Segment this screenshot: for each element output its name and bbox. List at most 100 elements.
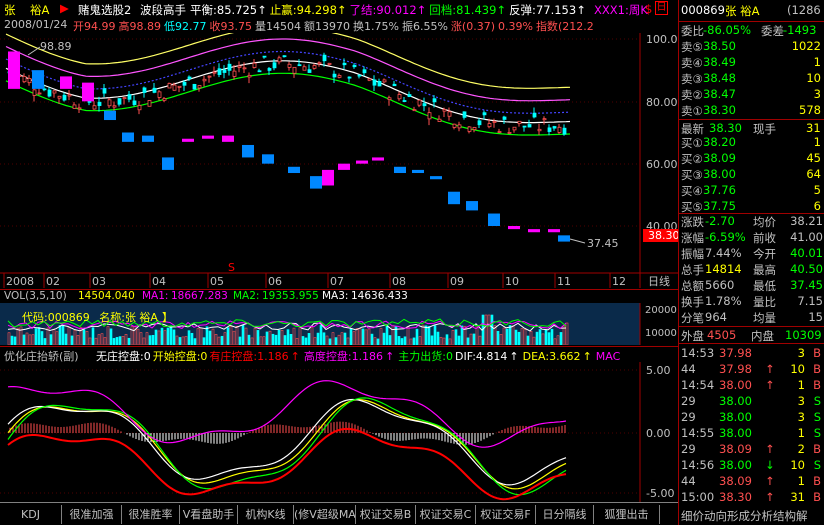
tick-price: 38.00	[719, 458, 752, 472]
tick-time: 14:55	[681, 426, 715, 440]
indicator-arrow: ↑	[290, 350, 300, 362]
buy-label: 买①	[681, 136, 703, 150]
footer-text: 细价动向形成分析结构解	[681, 509, 808, 523]
x-tick-label: 11	[557, 275, 571, 288]
weibi-value: -86.05%	[703, 23, 751, 37]
stat-value: 85.725	[216, 3, 258, 17]
period-tag[interactable]: XXX1:周K	[594, 2, 648, 17]
stat-label: 总手	[681, 263, 704, 277]
tick-row: 15:00 38.30 ↑ 31 B	[679, 490, 824, 505]
sell-row: 卖① 38.30 578	[679, 103, 824, 118]
quote-name: 张 裕A	[725, 4, 760, 18]
indicator-name[interactable]: 赌鬼选股2	[78, 2, 131, 17]
tab-10[interactable]: 狐狸出击	[594, 505, 660, 524]
stat-value-2: 40.01	[790, 246, 823, 260]
volume-header: VOL(3,5,10) 14504.040 MA1: 18667.283 MA2…	[0, 289, 680, 303]
tab-1[interactable]: 很准加强	[62, 505, 122, 524]
x-tick-label: 10	[505, 275, 519, 288]
tick-row: 29 38.00 3 S	[679, 410, 824, 425]
stock-name: 裕A	[30, 3, 50, 17]
stat-value-2: 37.45	[790, 278, 823, 292]
info-label: 量	[255, 20, 266, 33]
x-tick-label: 2008	[6, 275, 34, 288]
bar-values: 开94.99 高98.89 低92.77 收93.75 量14504 额13970 换1.7…	[70, 18, 594, 33]
stat-label: 振幅	[681, 247, 704, 261]
inner-label: 内盘	[751, 329, 774, 343]
tick-row: 44 37.98 ↑ 10 B	[679, 362, 824, 377]
tick-arrow: ↑	[765, 362, 775, 376]
x-tick-label: 12	[612, 275, 626, 288]
stat-label-2: 量比	[753, 295, 776, 309]
buy-vol: 5	[813, 183, 821, 197]
stat-label-2: 均量	[753, 311, 776, 325]
indicator-value: DEA:3.662	[522, 350, 581, 362]
x-tick-label: 07	[330, 275, 344, 288]
weicha-label: 委差	[761, 24, 784, 38]
info-value: 93.75	[220, 20, 253, 33]
info-value: 92.77	[175, 20, 207, 33]
stat-row: 振幅 7.44% 今开 40.01	[679, 246, 824, 261]
tick-price: 38.09	[719, 474, 752, 488]
tab-4[interactable]: 机构K线	[238, 505, 294, 524]
sell-label: 卖①	[681, 104, 703, 118]
y-tick-label: 100.00	[646, 33, 680, 46]
stat-value-2: 41.00	[790, 230, 823, 244]
tick-time: 44	[681, 474, 696, 488]
buy-label: 买④	[681, 184, 703, 198]
tick-price: 37.98	[719, 362, 752, 376]
info-label: 换	[353, 20, 364, 33]
marker-day[interactable]: 日	[655, 1, 668, 15]
tick-side: B	[813, 490, 821, 504]
indicator-chart[interactable]: 5.00 0.00 -5.00	[0, 362, 680, 502]
sell-label: 卖⑤	[681, 40, 703, 54]
s-marker: S	[228, 261, 235, 274]
stat-label: 止赢:	[269, 3, 297, 17]
buy-vol: 1	[813, 135, 821, 149]
stat-value: 7.44%	[705, 246, 742, 260]
tab-8[interactable]: 权证交易F	[476, 505, 536, 524]
volume-value: 14504.040	[78, 290, 135, 302]
stat-label: 总额	[681, 279, 704, 293]
quote-panel: 000869 张 裕A (1286 委比 -86.05% 委差 -1493 卖⑤…	[678, 0, 824, 525]
tab-0[interactable]: KDJ	[0, 505, 62, 524]
buy-row: 买④ 37.76 5	[679, 183, 824, 198]
stat-label: 换手	[681, 295, 704, 309]
tab-2[interactable]: 很准胜率	[122, 505, 180, 524]
stat-row: 总手 14814 最高 40.50	[679, 262, 824, 277]
buy-price: 37.75	[703, 199, 736, 213]
quote-footer[interactable]: 细价动向形成分析结构解	[679, 507, 824, 523]
tab-7[interactable]: 权证交易C	[416, 505, 476, 524]
tick-price: 37.98	[719, 346, 752, 360]
info-label: 涨	[450, 20, 462, 33]
buy-price: 38.20	[703, 135, 736, 149]
stat-label: 涨跌	[681, 215, 704, 229]
tick-vol: 31	[790, 490, 805, 504]
tick-time: 14:56	[681, 458, 715, 472]
kline-chart[interactable]: 100.0080.0060.0040.002008020304050607080…	[0, 33, 680, 288]
tick-row: 14:53 37.98 3 B	[679, 346, 824, 361]
x-tick-label: 02	[46, 275, 60, 288]
tick-price: 38.00	[719, 426, 752, 440]
indicator-value: 无庄控盘:0	[96, 350, 151, 362]
weibi-row: 委比 -86.05% 委差 -1493	[679, 21, 824, 38]
ma2-label: MA2:	[233, 290, 260, 302]
info-label: 收	[209, 20, 221, 33]
buy-vol: 6	[813, 199, 821, 213]
tab-6[interactable]: 权证交易B	[356, 505, 416, 524]
info-label: 振	[401, 20, 413, 33]
vol-tick-20000: 20000	[645, 305, 677, 316]
stat-value-2: 7.15	[797, 294, 823, 308]
stat-value: 94.298	[296, 3, 337, 17]
tick-time: 14:53	[681, 346, 715, 360]
sell-price: 38.48	[703, 71, 736, 85]
play-triangle-icon[interactable]: ▶	[60, 1, 69, 15]
tab-5[interactable]: (修V超级MACD	[294, 505, 356, 524]
tick-price: 38.00	[719, 394, 752, 408]
x-tick-label: 03	[92, 275, 106, 288]
tab-3[interactable]: V看盘助手	[180, 505, 238, 524]
stat-value: 81.439	[456, 3, 497, 17]
indicator-value: 开始控盘:0	[152, 350, 208, 362]
tick-side: S	[813, 410, 821, 424]
sell-row: 卖② 38.47 3	[679, 87, 824, 102]
tab-9[interactable]: 日分隔线	[536, 505, 594, 524]
